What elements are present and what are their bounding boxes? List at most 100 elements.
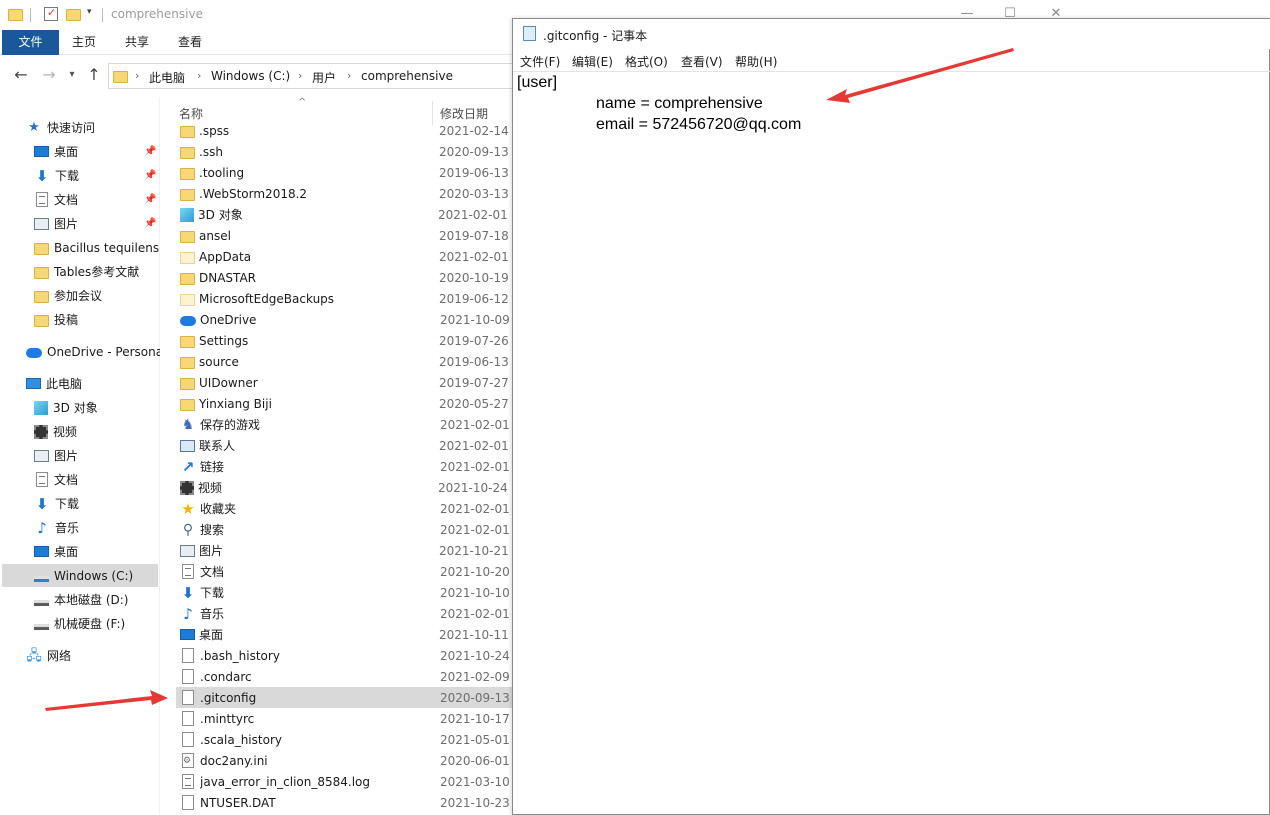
sidebar-item-desktop[interactable]: 桌面 <box>34 140 78 163</box>
file-row[interactable]: .scala_history 2021-05-01 <box>176 729 515 750</box>
sidebar-item-bacillus[interactable]: Bacillus tequilensi <box>34 236 160 259</box>
tab-home[interactable]: 主页 <box>72 30 96 55</box>
3d-objects-icon <box>180 207 194 222</box>
folder-icon <box>8 9 23 21</box>
file-row[interactable]: ♪ 音乐 2021-02-01 <box>176 603 515 624</box>
file-row[interactable]: UIDowner 2019-07-27 <box>176 372 515 393</box>
pin-icon[interactable]: 📌 <box>144 146 156 157</box>
file-icon <box>182 690 194 705</box>
menu-view[interactable]: 查看(V) <box>681 53 723 70</box>
tab-view[interactable]: 查看 <box>178 30 202 55</box>
sidebar-item-windows-c[interactable]: Windows (C:) <box>2 564 158 587</box>
file-row[interactable]: .condarc 2021-02-09 <box>176 666 515 687</box>
pictures-icon <box>180 544 195 557</box>
sidebar-item-pc-downloads[interactable]: ⬇ 下载 <box>34 492 79 515</box>
file-icon <box>182 732 194 747</box>
menu-help[interactable]: 帮助(H) <box>735 53 777 70</box>
breadcrumb-windows-c[interactable]: Windows (C:) <box>211 69 290 83</box>
sidebar-item-tables[interactable]: Tables参考文献 <box>34 260 139 283</box>
breadcrumb-separator: › <box>135 69 140 82</box>
tab-file[interactable]: 文件 <box>2 30 59 55</box>
file-row[interactable]: 3D 对象 2021-02-01 <box>176 204 515 225</box>
pin-icon[interactable]: 📌 <box>144 194 156 205</box>
breadcrumb-comprehensive[interactable]: comprehensive <box>361 69 453 83</box>
sidebar-item-downloads[interactable]: ⬇ 下载 <box>34 164 79 187</box>
file-row[interactable]: AppData 2021-02-01 <box>176 246 515 267</box>
file-date: 2019-07-27 <box>439 375 509 390</box>
sidebar-item-pc-documents[interactable]: 文档 <box>34 468 78 491</box>
menu-edit[interactable]: 编辑(E) <box>572 53 613 70</box>
forward-button[interactable]: → <box>39 65 59 85</box>
file-name: MicrosoftEdgeBackups <box>199 291 335 306</box>
sidebar-item-drive-f[interactable]: 机械硬盘 (F:) <box>34 612 125 635</box>
file-row[interactable]: 联系人 2021-02-01 <box>176 435 515 456</box>
contacts-icon <box>180 439 195 452</box>
sidebar-item-label: 快速访问 <box>47 121 96 135</box>
sidebar-item-pictures[interactable]: 图片 <box>34 212 78 235</box>
new-folder-icon[interactable] <box>66 9 81 21</box>
properties-icon[interactable]: ✓ <box>44 6 58 21</box>
sidebar-item-quick-access[interactable]: ★ 快速访问 <box>26 116 95 139</box>
menu-format[interactable]: 格式(O) <box>625 53 668 70</box>
favorites-icon: ★ <box>181 499 195 518</box>
file-date: 2021-10-24 <box>440 648 510 663</box>
file-date: 2020-09-13 <box>440 690 510 705</box>
file-row[interactable]: Yinxiang Biji 2020-05-27 <box>176 393 515 414</box>
file-row[interactable]: .gitconfig 2020-09-13 <box>176 687 515 708</box>
file-row[interactable]: java_error_in_clion_8584.log 2021-03-10 <box>176 771 515 792</box>
back-button[interactable]: ← <box>11 65 31 85</box>
file-row[interactable]: .bash_history 2021-10-24 <box>176 645 515 666</box>
file-row[interactable]: ♞ 保存的游戏 2021-02-01 <box>176 414 515 435</box>
customize-quick-access-icon[interactable]: ▾ <box>87 7 101 21</box>
file-row[interactable]: .WebStorm2018.2 2020-03-13 <box>176 183 515 204</box>
sidebar-item-pc-desktop[interactable]: 桌面 <box>34 540 78 563</box>
file-row[interactable]: .tooling 2019-06-13 <box>176 162 515 183</box>
pin-icon[interactable]: 📌 <box>144 218 156 229</box>
sidebar-item-submission[interactable]: 投稿 <box>34 308 78 331</box>
menu-file[interactable]: 文件(F) <box>520 53 560 70</box>
file-row[interactable]: 桌面 2021-10-11 <box>176 624 515 645</box>
sidebar-item-label: 图片 <box>54 449 79 463</box>
file-row[interactable]: 文档 2021-10-20 <box>176 561 515 582</box>
breadcrumb-users[interactable]: 用户 <box>312 69 336 86</box>
notepad-window: .gitconfig - 记事本 文件(F) 编辑(E) 格式(O) 查看(V)… <box>512 18 1270 815</box>
sidebar-item-network[interactable]: 🖧 网络 <box>26 644 71 667</box>
sidebar-item-documents[interactable]: 文档 <box>34 188 78 211</box>
address-box[interactable]: › 此电脑 › Windows (C:) › 用户 › comprehensiv… <box>108 63 528 89</box>
sidebar-item-pc-pictures[interactable]: 图片 <box>34 444 78 467</box>
notepad-text-area[interactable]: [user] name = comprehensive email = 5724… <box>513 71 1270 815</box>
sidebar-item-this-pc[interactable]: 此电脑 <box>26 372 82 395</box>
file-row[interactable]: DNASTAR 2020-10-19 <box>176 267 515 288</box>
tab-share[interactable]: 共享 <box>125 30 149 55</box>
breadcrumb-this-pc[interactable]: 此电脑 <box>149 69 185 86</box>
file-row[interactable]: 视频 2021-10-24 <box>176 477 515 498</box>
up-button[interactable]: ↑ <box>84 65 104 85</box>
file-row[interactable]: ansel 2019-07-18 <box>176 225 515 246</box>
file-row[interactable]: ★ 收藏夹 2021-02-01 <box>176 498 515 519</box>
file-date: 2021-05-01 <box>440 732 510 747</box>
sidebar-item-3d-objects[interactable]: 3D 对象 <box>34 396 98 419</box>
file-row[interactable]: ↗ 链接 2021-02-01 <box>176 456 515 477</box>
file-row[interactable]: OneDrive 2021-10-09 <box>176 309 515 330</box>
file-row[interactable]: doc2any.ini 2020-06-01 <box>176 750 515 771</box>
recent-locations-button[interactable]: ▾ <box>62 65 82 85</box>
file-row[interactable]: .spss 2021-02-14 <box>176 120 515 141</box>
onedrive-icon <box>26 348 42 358</box>
sidebar-item-videos[interactable]: 视频 <box>34 420 77 443</box>
sidebar-item-drive-d[interactable]: 本地磁盘 (D:) <box>34 588 128 611</box>
file-row[interactable]: source 2019-06-13 <box>176 351 515 372</box>
sidebar-item-conference[interactable]: 参加会议 <box>34 284 102 307</box>
file-row[interactable]: Settings 2019-07-26 <box>176 330 515 351</box>
sidebar-item-music[interactable]: ♪ 音乐 <box>34 516 79 539</box>
file-row[interactable]: .minttyrc 2021-10-17 <box>176 708 515 729</box>
file-name: 搜索 <box>200 523 225 537</box>
file-row[interactable]: MicrosoftEdgeBackups 2019-06-12 <box>176 288 515 309</box>
file-row[interactable]: NTUSER.DAT 2021-10-23 <box>176 792 515 813</box>
file-date: 2020-03-13 <box>439 186 509 201</box>
file-row[interactable]: ⚲ 搜索 2021-02-01 <box>176 519 515 540</box>
file-row[interactable]: ⬇ 下载 2021-10-10 <box>176 582 515 603</box>
sidebar-item-onedrive[interactable]: OneDrive - Persona <box>26 340 160 363</box>
pin-icon[interactable]: 📌 <box>144 170 156 181</box>
file-row[interactable]: 图片 2021-10-21 <box>176 540 515 561</box>
file-row[interactable]: .ssh 2020-09-13 <box>176 141 515 162</box>
